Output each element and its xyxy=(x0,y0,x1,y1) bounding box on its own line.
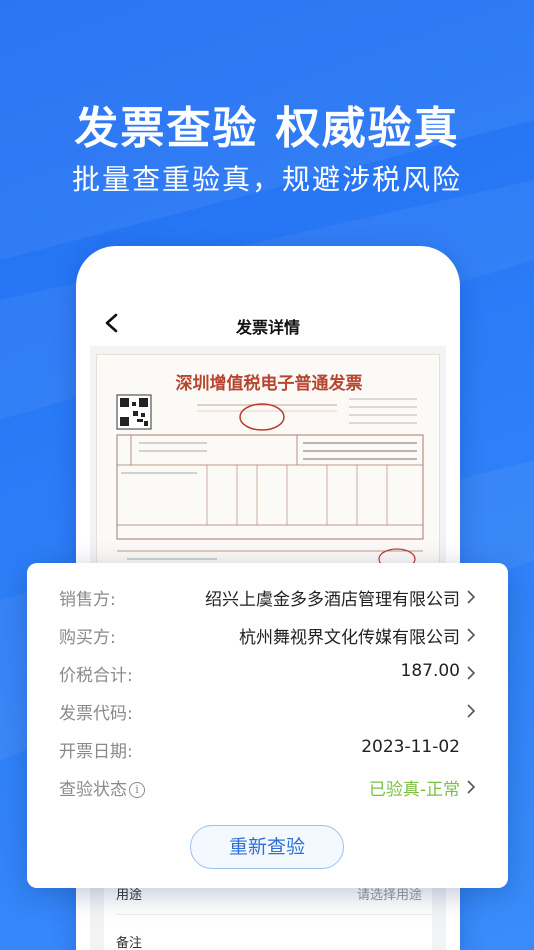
chevron-right-icon xyxy=(467,628,476,642)
invoice-summary-card: 销售方: 绍兴上虞金多多酒店管理有限公司 购买方: 杭州舞视界文化传媒有限公司 … xyxy=(27,563,508,888)
field-value: 绍兴上虞金多多酒店管理有限公司 xyxy=(205,590,460,610)
status-label: 查验状态 xyxy=(59,780,127,800)
divider xyxy=(116,914,432,915)
remark-label: 备注 xyxy=(116,936,143,950)
chevron-right-icon xyxy=(467,704,476,718)
page-title: 发票详情 xyxy=(235,318,300,337)
field-label: 购买方: xyxy=(59,628,116,648)
field-verify-status[interactable]: 查验状态 i 已验真-正常 xyxy=(27,767,508,805)
field-label: 发票代码: xyxy=(59,704,133,724)
chevron-right-icon xyxy=(467,780,476,794)
invoice-graphic xyxy=(116,394,424,565)
status-badge: 已验真-正常 xyxy=(368,780,460,800)
field-value: 杭州舞视界文化传媒有限公司 xyxy=(239,628,460,648)
invoice-image: 深圳增值税电子普通发票 xyxy=(96,354,440,565)
field-total-amount[interactable]: 价税合计: 187.00 xyxy=(27,653,508,691)
invoice-seal-icon xyxy=(239,403,285,431)
phone-header: 发票详情 xyxy=(76,298,460,348)
field-label: 查验状态 i xyxy=(59,775,145,800)
headline: 发票查验 权威验真 xyxy=(74,103,460,154)
field-invoice-code[interactable]: 发票代码: xyxy=(27,691,508,729)
field-label: 开票日期: xyxy=(59,742,133,762)
info-icon[interactable]: i xyxy=(129,782,145,798)
field-issue-date: 开票日期: 2023-11-02 xyxy=(27,729,508,767)
field-value: 187.00 xyxy=(400,661,460,681)
recheck-button[interactable]: 重新查验 xyxy=(190,825,344,869)
chevron-right-icon xyxy=(467,590,476,604)
qr-code-icon xyxy=(116,394,152,430)
field-buyer[interactable]: 购买方: 杭州舞视界文化传媒有限公司 xyxy=(27,615,508,653)
field-seller[interactable]: 销售方: 绍兴上虞金多多酒店管理有限公司 xyxy=(27,577,508,615)
field-value: 2023-11-02 xyxy=(361,737,460,757)
chevron-right-icon xyxy=(467,666,476,680)
field-label: 销售方: xyxy=(59,590,116,610)
subline: 批量查重验真，规避涉税风险 xyxy=(71,163,462,196)
field-label: 价税合计: xyxy=(59,666,133,686)
